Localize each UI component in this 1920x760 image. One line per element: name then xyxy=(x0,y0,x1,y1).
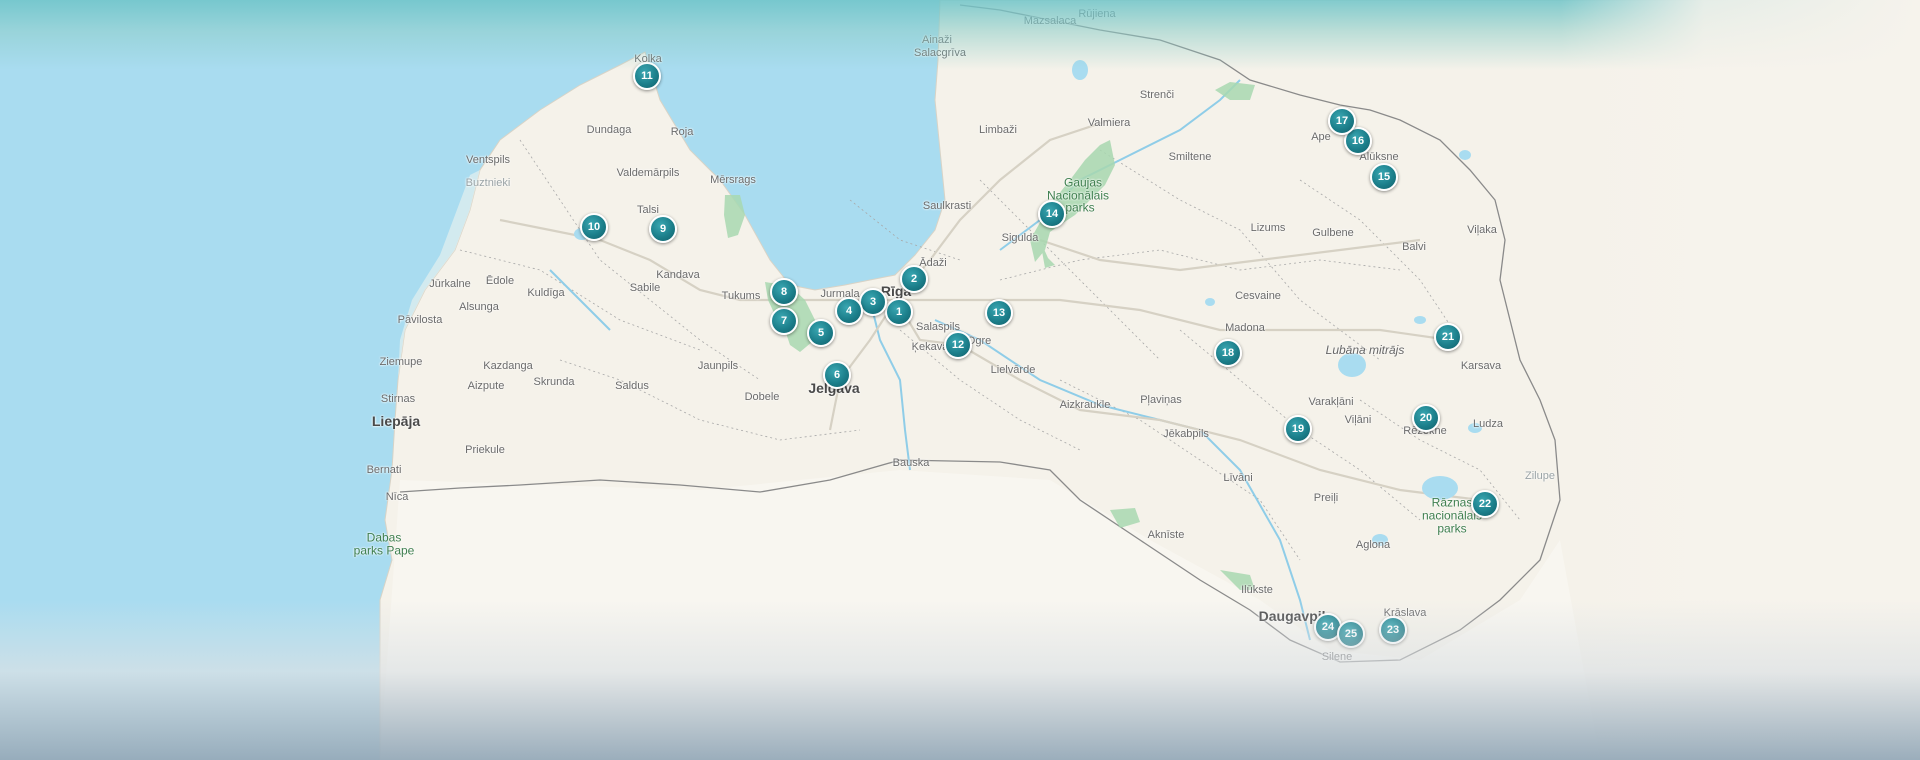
map-marker-25[interactable]: 25 xyxy=(1337,620,1365,648)
place-label: Madona xyxy=(1225,322,1265,334)
map-marker-17[interactable]: 17 xyxy=(1328,107,1356,135)
place-label: Saldus xyxy=(615,380,649,392)
place-label: Ape xyxy=(1311,131,1331,143)
park-label: parks xyxy=(1437,521,1467,536)
map-marker-2[interactable]: 2 xyxy=(900,265,928,293)
place-label: Sigulda xyxy=(1001,232,1039,244)
place-label: Kandava xyxy=(656,269,700,281)
place-label: Gulbene xyxy=(1312,227,1354,239)
place-label: Rūjiena xyxy=(1078,8,1116,20)
map-marker-4[interactable]: 4 xyxy=(835,297,863,325)
map-marker-5[interactable]: 5 xyxy=(807,319,835,347)
place-label: Kuldīga xyxy=(527,287,565,299)
place-label: Silene xyxy=(1321,651,1353,663)
map-marker-20[interactable]: 20 xyxy=(1412,404,1440,432)
place-label: Stirnas xyxy=(380,393,416,405)
place-label: Dundaga xyxy=(586,124,632,136)
place-label: Ludza xyxy=(1473,418,1503,430)
place-label: Ķekava xyxy=(911,341,949,353)
map-marker-3[interactable]: 3 xyxy=(859,288,887,316)
place-label: Sabile xyxy=(629,282,661,294)
place-label: Aglona xyxy=(1355,539,1391,551)
place-label: Valmiera xyxy=(1087,117,1131,129)
place-label: Valdemārpils xyxy=(616,167,680,179)
place-label: Liepāja xyxy=(371,413,421,429)
map-marker-18[interactable]: 18 xyxy=(1214,339,1242,367)
map-marker-14[interactable]: 14 xyxy=(1038,200,1066,228)
map-marker-8[interactable]: 8 xyxy=(770,278,798,306)
place-label: Dobele xyxy=(744,391,780,403)
place-label: Roja xyxy=(670,126,694,138)
map-marker-10[interactable]: 10 xyxy=(580,213,608,241)
place-label: Alsunga xyxy=(459,301,499,313)
map-marker-23[interactable]: 23 xyxy=(1379,616,1407,644)
place-label: Talsi xyxy=(636,204,660,216)
place-label: Bernati xyxy=(366,464,402,476)
place-label: Tukums xyxy=(721,290,761,302)
map-marker-1[interactable]: 1 xyxy=(885,298,913,326)
place-label: Priekule xyxy=(465,444,505,456)
place-label: Ventspils xyxy=(465,154,511,166)
place-label: Pāvilosta xyxy=(397,314,443,326)
place-label: Jaunpils xyxy=(697,360,739,372)
water-label: Lubāna mitrājs xyxy=(1325,343,1405,357)
place-label: Karsava xyxy=(1460,360,1502,372)
place-label: Līvāni xyxy=(1223,472,1253,484)
place-label: Kazdanga xyxy=(483,360,533,372)
place-label: Salacgrīva xyxy=(914,47,966,59)
place-label: Aizkraukle xyxy=(1059,399,1111,411)
place-label: Viļāni xyxy=(1344,414,1372,426)
place-label: Viļaka xyxy=(1467,224,1497,236)
map-marker-6[interactable]: 6 xyxy=(823,361,851,389)
map-marker-19[interactable]: 19 xyxy=(1284,415,1312,443)
place-label: Smiltene xyxy=(1168,151,1212,163)
place-label: Ainaži xyxy=(922,34,952,46)
place-label: Balvi xyxy=(1402,241,1426,253)
place-label: Lielvārde xyxy=(990,364,1036,376)
park-label: parks Pape xyxy=(353,543,415,558)
place-label: Lizums xyxy=(1250,222,1286,234)
place-label: Mazsalaca xyxy=(1023,15,1077,27)
map-marker-22[interactable]: 22 xyxy=(1471,490,1499,518)
map-marker-7[interactable]: 7 xyxy=(770,307,798,335)
place-label: Strenči xyxy=(1139,89,1175,101)
park-label: parks xyxy=(1065,200,1095,215)
place-label: Cesvaine xyxy=(1235,290,1281,302)
map-marker-13[interactable]: 13 xyxy=(985,299,1013,327)
map-view[interactable]: Kolka Dundaga Roja Ventspils Valdemārpils Mēr… xyxy=(0,0,1920,760)
place-label: Ilūkste xyxy=(1241,584,1273,596)
map-marker-11[interactable]: 11 xyxy=(633,62,661,90)
place-label: Varakļāni xyxy=(1308,396,1354,408)
map-basemap xyxy=(0,0,1920,760)
place-label: Nīca xyxy=(385,491,409,503)
map-marker-21[interactable]: 21 xyxy=(1434,323,1462,351)
place-label: Pļaviņas xyxy=(1140,394,1182,406)
place-label: Jēkabpils xyxy=(1163,428,1209,440)
place-label: Mērsrags xyxy=(710,174,756,186)
place-label: Aizpute xyxy=(467,380,505,392)
place-label: Bauska xyxy=(892,457,930,469)
place-label: Aknīste xyxy=(1147,529,1185,541)
place-label: Limbaži xyxy=(979,124,1017,136)
place-label: Preiļi xyxy=(1313,492,1339,504)
place-label: Skrunda xyxy=(533,376,575,388)
map-marker-9[interactable]: 9 xyxy=(649,215,677,243)
place-label: Ziemupe xyxy=(379,356,423,368)
place-label: Ēdole xyxy=(485,275,515,287)
map-marker-12[interactable]: 12 xyxy=(944,331,972,359)
place-label: Ādaži xyxy=(919,257,947,269)
place-label: Buztnieki xyxy=(465,177,511,189)
place-label: Saulkrasti xyxy=(922,200,972,212)
place-label: Jūrkalne xyxy=(429,278,471,290)
place-label: Zilupe xyxy=(1525,470,1555,482)
map-marker-15[interactable]: 15 xyxy=(1370,163,1398,191)
